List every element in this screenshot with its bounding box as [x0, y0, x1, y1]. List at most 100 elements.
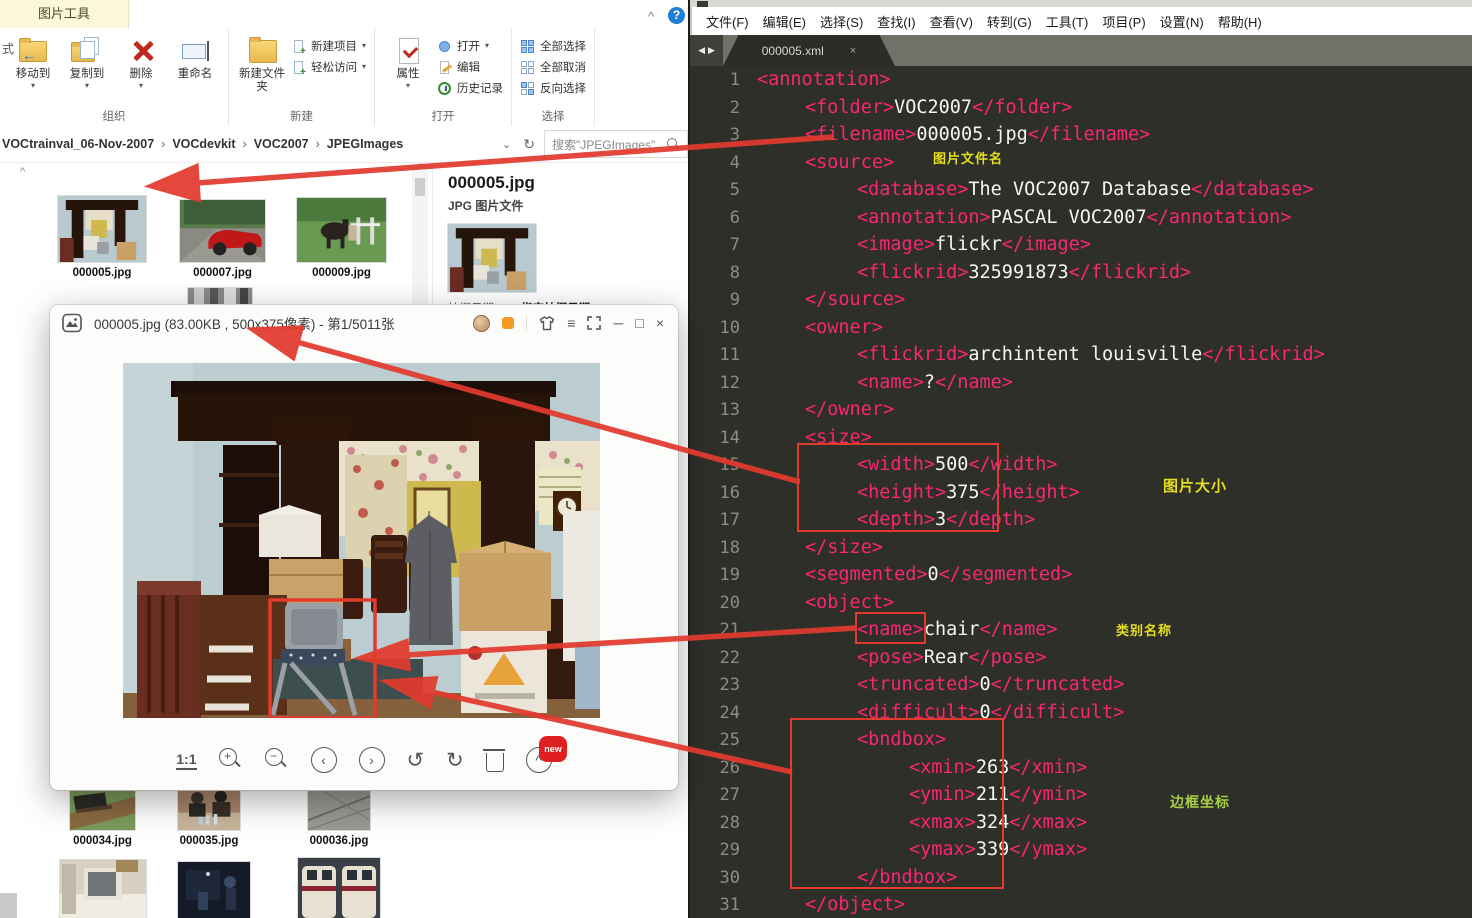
close-icon[interactable]: × — [656, 316, 664, 330]
ribbon-tab-picture-tools[interactable]: 图片工具 — [0, 0, 129, 28]
ribbon-button-rename[interactable]: 重命名 — [170, 34, 220, 81]
viewer-titlebar[interactable]: 000005.jpg (83.00KB , 500x375像素) - 第1/50… — [50, 305, 678, 341]
thumbnail-000034.jpg[interactable]: 000034.jpg — [70, 788, 135, 847]
breadcrumb-segment[interactable]: VOC2007 — [254, 137, 309, 151]
thumbnail-partial-trains[interactable] — [298, 858, 380, 918]
tab-next-icon[interactable]: ▶ — [708, 45, 715, 56]
help-icon[interactable]: ? — [668, 7, 685, 24]
rotate-right-icon[interactable]: ↻ — [446, 748, 464, 773]
pet-assistant-icon[interactable] — [473, 314, 491, 332]
menu-item[interactable]: 转到(G) — [987, 12, 1032, 31]
ribbon-button-move-to[interactable]: ← 移动到 ▾ — [8, 34, 58, 90]
code-line[interactable]: 1 <annotation> — [690, 66, 1472, 94]
editor-titlebar[interactable] — [690, 0, 1472, 7]
code-line[interactable]: 10 <owner> — [690, 314, 1472, 342]
code-line[interactable]: 4 <source> — [690, 149, 1472, 177]
code-line[interactable]: 15 <width>500</width> — [690, 451, 1472, 479]
menu-item[interactable]: 查看(V) — [930, 12, 973, 31]
thumbnail-partial-monitor[interactable] — [60, 860, 146, 918]
tab-000005-xml[interactable]: 000005.xml × — [723, 35, 895, 66]
thumb-list-scrollbar[interactable]: ^ — [412, 163, 428, 305]
breadcrumb-segment[interactable]: VOCtrainval_06-Nov-2007 — [2, 137, 154, 151]
ribbon-button-easy-access[interactable]: 轻松访问 ▾ — [291, 59, 366, 78]
scroll-thumb[interactable] — [415, 178, 425, 196]
search-input[interactable]: 搜索"JPEGImages" — [544, 130, 688, 158]
code-line[interactable]: 13 </owner> — [690, 396, 1472, 424]
fullscreen-icon[interactable] — [587, 316, 602, 330]
code-line[interactable]: 11 <flickrid>archintent louisville</flick… — [690, 341, 1472, 369]
code-line[interactable]: 16 <height>375</height> — [690, 479, 1472, 507]
menu-item[interactable]: 工具(T) — [1046, 12, 1089, 31]
search-icon[interactable] — [667, 138, 679, 150]
code-line[interactable]: 21 <name>chair</name> — [690, 616, 1472, 644]
vip-badge-icon[interactable] — [502, 317, 515, 329]
tab-prev-icon[interactable]: ◀ — [698, 45, 705, 56]
code-line[interactable]: 25 <bndbox> — [690, 726, 1472, 754]
code-line[interactable]: 26 <xmin>263</xmin> — [690, 754, 1472, 782]
menu-item[interactable]: 编辑(E) — [763, 12, 806, 31]
menu-item[interactable]: 选择(S) — [820, 12, 863, 31]
code-line[interactable]: 20 <object> — [690, 589, 1472, 617]
thumbnail-000009.jpg[interactable]: 000009.jpg — [297, 198, 386, 279]
zoom-out-icon[interactable] — [264, 748, 289, 772]
ribbon-button-history[interactable]: 历史记录 — [437, 80, 503, 96]
code-line[interactable]: 28 <xmax>324</xmax> — [690, 809, 1472, 837]
menu-item[interactable]: 查找(I) — [877, 12, 915, 31]
ribbon-button-open[interactable]: 打开 ▾ — [437, 38, 503, 54]
theme-skin-icon[interactable] — [539, 315, 555, 331]
scroll-up-icon[interactable]: ^ — [412, 163, 428, 174]
minimize-icon[interactable]: ─ — [613, 316, 623, 330]
tree-scroll-up-icon[interactable]: ^ — [20, 166, 25, 178]
code-line[interactable]: 7 <image>flickr</image> — [690, 231, 1472, 259]
zoom-in-icon[interactable] — [218, 748, 243, 772]
breadcrumb-dropdown-icon[interactable]: ⌄ — [502, 138, 511, 151]
code-line[interactable]: 9 </source> — [690, 286, 1472, 314]
ribbon-button-select-invert[interactable]: 反向选择 — [520, 80, 586, 96]
ribbon-button-edit[interactable]: 编辑 — [437, 59, 503, 75]
menu-icon[interactable]: ≡ — [567, 316, 575, 330]
code-line[interactable]: 19 <segmented>0</segmented> — [690, 561, 1472, 589]
menu-item[interactable]: 项目(P) — [1102, 12, 1145, 31]
ribbon-button-new-folder[interactable]: 新建文件夹 — [237, 34, 287, 94]
menu-item[interactable]: 帮助(H) — [1218, 12, 1262, 31]
code-line[interactable]: 12 <name>?</name> — [690, 369, 1472, 397]
thumbnail-000005.jpg[interactable]: 000005.jpg — [48, 170, 156, 285]
breadcrumb-segment[interactable]: JPEGImages — [327, 137, 403, 151]
ribbon-button-copy-to[interactable]: 复制到 ▾ — [62, 34, 112, 90]
ribbon-button-select-none[interactable]: 全部取消 — [520, 59, 586, 75]
thumbnail-000036.jpg[interactable]: 000036.jpg — [307, 789, 371, 847]
code-line[interactable]: 14 <size> — [690, 424, 1472, 452]
code-line[interactable]: 5 <database>The VOC2007 Database</databas… — [690, 176, 1472, 204]
tab-nav-arrows[interactable]: ◀ ▶ — [690, 35, 723, 66]
menu-item[interactable]: 文件(F) — [706, 12, 749, 31]
thumbnail-partial-bw[interactable] — [188, 288, 252, 306]
ribbon-collapse-icon[interactable]: ^ — [648, 9, 654, 24]
ribbon-button-delete[interactable]: 删除 ▾ — [116, 34, 166, 90]
ribbon-button-select-all[interactable]: 全部选择 — [520, 38, 586, 54]
thumbnail-partial-dark[interactable] — [178, 862, 250, 918]
thumbnail-000035.jpg[interactable]: 000035.jpg — [178, 786, 240, 847]
ribbon-button-new-item[interactable]: 新建项目 ▾ — [291, 38, 366, 57]
code-line[interactable]: 31 </object> — [690, 891, 1472, 918]
code-lines[interactable]: 1 <annotation> 2 <folder>VOC2007</folder> 3 <… — [690, 66, 1472, 918]
code-line[interactable]: 30 </bndbox> — [690, 864, 1472, 892]
ribbon-button-properties[interactable]: 属性 ▾ — [383, 34, 433, 90]
code-line[interactable]: 3 <filename>000005.jpg</filename> — [690, 121, 1472, 149]
code-line[interactable]: 23 <truncated>0</truncated> — [690, 671, 1472, 699]
code-line[interactable]: 8 <flickrid>325991873</flickrid> — [690, 259, 1472, 287]
code-line[interactable]: 24 <difficult>0</difficult> — [690, 699, 1472, 727]
delete-image-icon[interactable] — [482, 748, 505, 772]
code-line[interactable]: 18 </size> — [690, 534, 1472, 562]
rotate-left-icon[interactable]: ↺ — [407, 748, 425, 773]
maximize-icon[interactable]: □ — [635, 316, 643, 330]
more-tools-button[interactable]: ^ new — [525, 736, 567, 773]
refresh-icon[interactable]: ↻ — [523, 136, 535, 153]
code-line[interactable]: 29 <ymax>339</ymax> — [690, 836, 1472, 864]
code-line[interactable]: 6 <annotation>PASCAL VOC2007</annotation> — [690, 204, 1472, 232]
thumbnail-000007.jpg[interactable]: 000007.jpg — [180, 200, 265, 279]
breadcrumb-segment[interactable]: VOCdevkit — [172, 137, 235, 151]
code-line[interactable]: 22 <pose>Rear</pose> — [690, 644, 1472, 672]
menu-item[interactable]: 设置(N) — [1160, 12, 1204, 31]
code-line[interactable]: 2 <folder>VOC2007</folder> — [690, 94, 1472, 122]
code-line[interactable]: 17 <depth>3</depth> — [690, 506, 1472, 534]
